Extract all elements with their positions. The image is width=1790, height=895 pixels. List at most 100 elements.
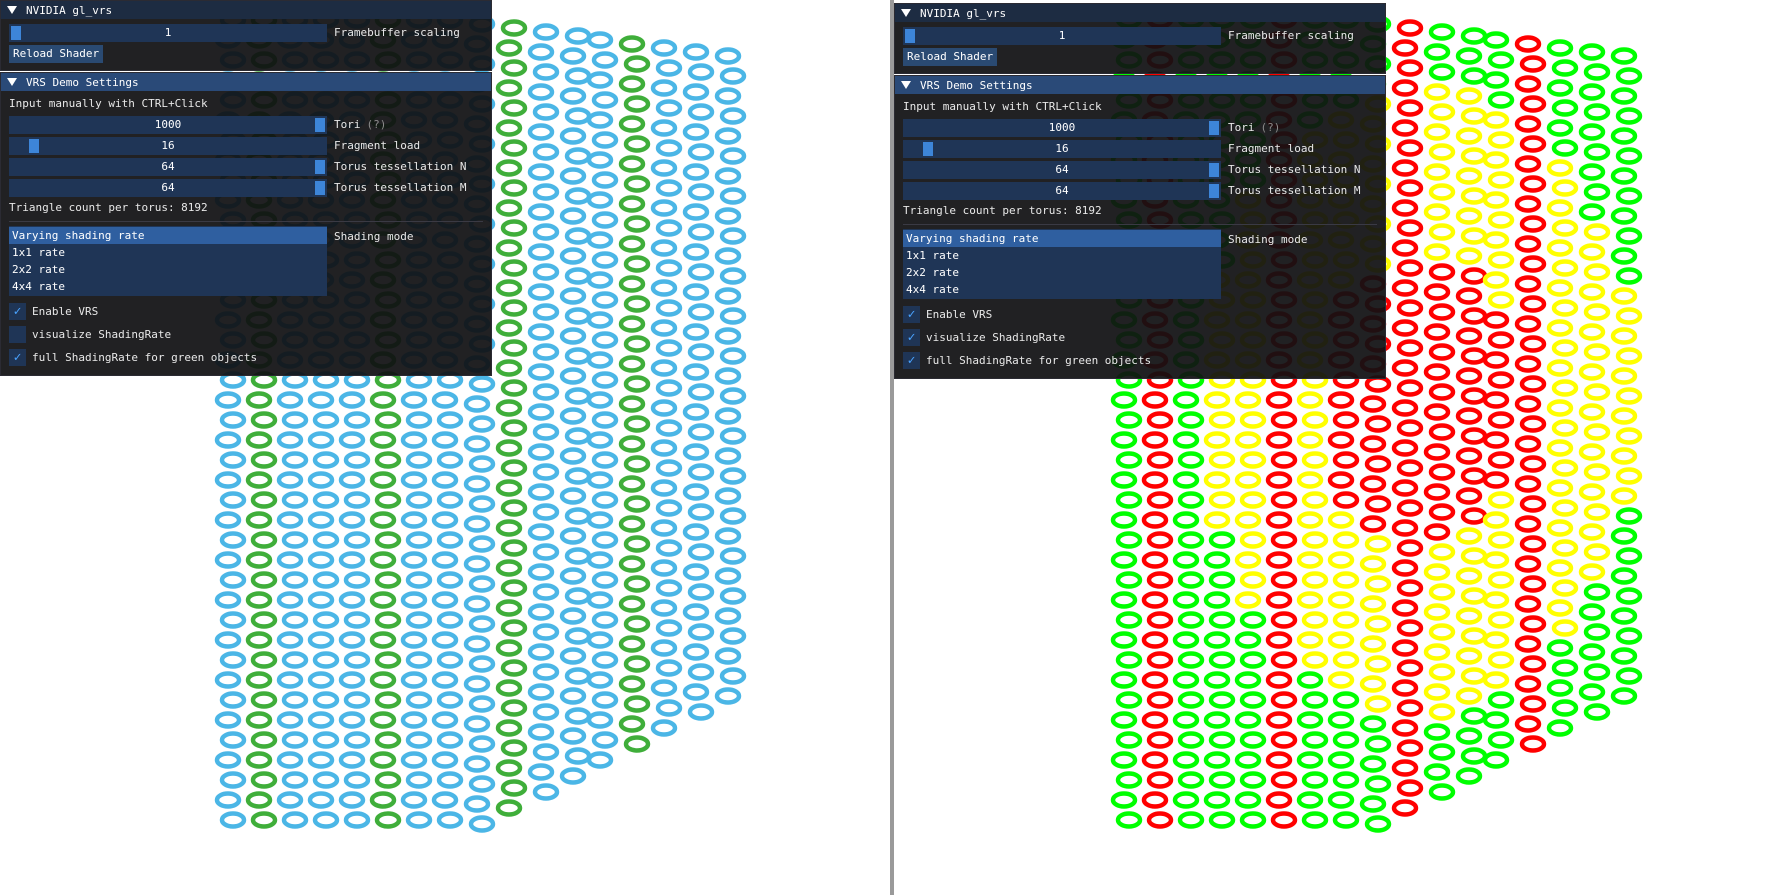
torus-ring: [532, 223, 560, 241]
viewport-left[interactable]: NVIDIA gl_vrs 1 Framebuffer scaling Relo…: [0, 0, 890, 895]
torus-ring: [1203, 631, 1231, 649]
torus-ring: [312, 451, 340, 469]
torus-ring: [1327, 591, 1355, 609]
torus-ring: [623, 535, 651, 553]
torus-ring: [1583, 423, 1611, 441]
gui-right: NVIDIA gl_vrs 1 Framebuffer scaling Relo…: [894, 3, 1386, 379]
torus-ring: [276, 711, 304, 729]
torus-ring: [1141, 791, 1169, 809]
shading-mode-option[interactable]: Varying shading rate: [9, 227, 327, 244]
slider-value: 64: [161, 180, 175, 194]
window-nvidia-title[interactable]: NVIDIA gl_vrs: [895, 4, 1385, 22]
torus-ring: [527, 43, 555, 61]
torus-ring: [1110, 631, 1138, 649]
tessellation-n-slider[interactable]: 64: [903, 160, 1221, 179]
reload-shader-button[interactable]: Reload Shader: [9, 44, 104, 63]
shading-mode-option[interactable]: 2x2 rate: [9, 261, 327, 278]
tessellation-m-slider[interactable]: 64: [903, 181, 1221, 200]
shading-mode-option[interactable]: 4x4 rate: [9, 278, 327, 295]
collapse-triangle-icon[interactable]: [901, 9, 911, 17]
checkbox-box[interactable]: ✓: [9, 349, 26, 366]
torus-ring: [214, 431, 242, 449]
torus-ring: [1546, 399, 1574, 417]
help-marker[interactable]: (?): [1261, 121, 1281, 134]
torus-ring: [559, 607, 587, 625]
shading-mode-option[interactable]: Varying shading rate: [903, 230, 1221, 247]
checkbox-box[interactable]: ✓: [903, 352, 920, 369]
torus-ring: [1551, 299, 1579, 317]
torus-ring: [1423, 643, 1451, 661]
visualize-shadingrate-checkbox[interactable]: visualize ShadingRate: [9, 323, 483, 346]
torus-ring: [463, 755, 491, 773]
torus-ring: [245, 551, 273, 569]
checkbox-box[interactable]: ✓: [903, 329, 920, 346]
collapse-triangle-icon[interactable]: [7, 6, 17, 14]
torus-ring: [1332, 611, 1360, 629]
window-vrs-title[interactable]: VRS Demo Settings: [1, 73, 491, 91]
torus-ring: [281, 691, 309, 709]
torus-ring: [214, 591, 242, 609]
torus-ring: [500, 779, 528, 797]
fragment-load-slider[interactable]: 16: [9, 136, 327, 155]
torus-ring: [1487, 131, 1515, 149]
torus-ring: [1460, 147, 1488, 165]
torus-ring: [1364, 375, 1392, 393]
viewport-right[interactable]: NVIDIA gl_vrs 1 Framebuffer scaling Relo…: [894, 0, 1790, 895]
shading-mode-option[interactable]: 1x1 rate: [903, 247, 1221, 264]
torus-ring: [586, 31, 614, 49]
enable-vrs-checkbox[interactable]: ✓ Enable VRS: [903, 303, 1377, 326]
torus-ring: [527, 603, 555, 621]
torus-ring: [250, 691, 278, 709]
torus-ring: [1364, 575, 1392, 593]
shading-mode-option[interactable]: 2x2 rate: [903, 264, 1221, 281]
torus-ring: [495, 599, 523, 617]
window-vrs-title[interactable]: VRS Demo Settings: [895, 76, 1385, 94]
full-shadingrate-green-checkbox[interactable]: ✓ full ShadingRate for green objects: [9, 346, 483, 369]
torus-ring: [591, 731, 619, 749]
torus-ring: [1146, 571, 1174, 589]
torus-ring: [527, 443, 555, 461]
help-marker[interactable]: (?): [367, 118, 387, 131]
torus-ring: [1141, 591, 1169, 609]
window-nvidia: NVIDIA gl_vrs 1 Framebuffer scaling Relo…: [894, 3, 1386, 74]
torus-ring: [1455, 727, 1483, 745]
fragment-load-slider[interactable]: 16: [903, 139, 1221, 158]
torus-ring: [1519, 415, 1547, 433]
torus-ring: [1177, 691, 1205, 709]
torus-ring: [1428, 503, 1456, 521]
checkbox-box[interactable]: ✓: [9, 303, 26, 320]
shading-mode-listbox[interactable]: Varying shading rate 1x1 rate 2x2 rate 4…: [903, 229, 1221, 299]
torus-ring: [1364, 615, 1392, 633]
visualize-shadingrate-checkbox[interactable]: ✓ visualize ShadingRate: [903, 326, 1377, 349]
framebuffer-scaling-slider[interactable]: 1: [903, 26, 1221, 45]
collapse-triangle-icon[interactable]: [7, 78, 17, 86]
tori-slider[interactable]: 1000: [9, 115, 327, 134]
torus-ring: [1546, 79, 1574, 97]
torus-ring: [1583, 223, 1611, 241]
torus-ring: [1234, 471, 1262, 489]
torus-ring: [250, 531, 278, 549]
torus-ring: [250, 771, 278, 789]
full-shadingrate-green-checkbox[interactable]: ✓ full ShadingRate for green objects: [903, 349, 1377, 372]
tessellation-m-slider[interactable]: 64: [9, 178, 327, 197]
torus-ring: [1234, 751, 1262, 769]
shading-mode-option[interactable]: 4x4 rate: [903, 281, 1221, 298]
torus-ring: [1296, 671, 1324, 689]
torus-ring: [1551, 419, 1579, 437]
reload-shader-button[interactable]: Reload Shader: [903, 47, 998, 66]
torus-ring: [1578, 603, 1606, 621]
collapse-triangle-icon[interactable]: [901, 81, 911, 89]
torus-ring: [623, 135, 651, 153]
tessellation-n-slider[interactable]: 64: [9, 157, 327, 176]
shading-mode-option[interactable]: 1x1 rate: [9, 244, 327, 261]
shading-mode-listbox[interactable]: Varying shading rate 1x1 rate 2x2 rate 4…: [9, 226, 327, 296]
torus-ring: [655, 59, 683, 77]
checkbox-box[interactable]: [9, 326, 26, 343]
torus-ring: [374, 731, 402, 749]
tori-slider[interactable]: 1000: [903, 118, 1221, 137]
enable-vrs-checkbox[interactable]: ✓ Enable VRS: [9, 300, 483, 323]
framebuffer-scaling-slider[interactable]: 1: [9, 23, 327, 42]
torus-ring: [1546, 439, 1574, 457]
checkbox-box[interactable]: ✓: [903, 306, 920, 323]
window-nvidia-title[interactable]: NVIDIA gl_vrs: [1, 1, 491, 19]
